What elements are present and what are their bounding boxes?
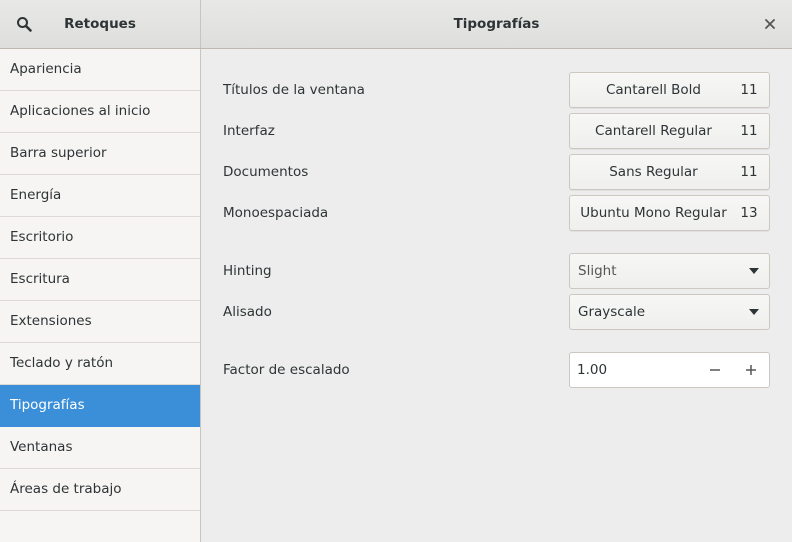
close-button[interactable]	[760, 14, 780, 34]
documents-font-button[interactable]: Sans Regular 11	[569, 154, 770, 190]
interface-font-size: 11	[740, 123, 758, 139]
documents-font-row: Documentos Sans Regular 11	[223, 154, 770, 190]
scaling-factor-input[interactable]	[570, 361, 697, 379]
sidebar-item-ventanas[interactable]: Ventanas	[0, 427, 200, 469]
monospace-font-label: Monoespaciada	[223, 205, 329, 221]
page-title: Tipografías	[453, 16, 540, 32]
monospace-font-button[interactable]: Ubuntu Mono Regular 13	[569, 195, 770, 231]
increase-button[interactable]	[733, 353, 769, 387]
fonts-panel: Títulos de la ventana Cantarell Bold 11 …	[201, 49, 792, 542]
window-titles-font-label: Títulos de la ventana	[223, 82, 365, 98]
interface-font-label: Interfaz	[223, 123, 275, 139]
hinting-label: Hinting	[223, 263, 272, 279]
sidebar-item-aplicaciones-al-inicio[interactable]: Aplicaciones al inicio	[0, 91, 200, 133]
documents-font-size: 11	[740, 164, 758, 180]
scaling-factor-spinbutton	[569, 352, 770, 388]
pan-down-icon	[739, 309, 769, 315]
window-titles-font-row: Títulos de la ventana Cantarell Bold 11	[223, 72, 770, 108]
window-titles-font-name: Cantarell Bold	[605, 82, 701, 98]
antialiasing-value: Grayscale	[578, 304, 646, 320]
antialiasing-row: Alisado Grayscale	[223, 294, 770, 330]
hinting-value: Slight	[578, 263, 617, 279]
sidebar-item-energia[interactable]: Energía	[0, 175, 200, 217]
documents-font-label: Documentos	[223, 164, 309, 180]
monospace-font-size: 13	[740, 205, 758, 221]
content-header: Tipografías	[201, 0, 792, 48]
sidebar: Apariencia Aplicaciones al inicio Barra …	[0, 49, 201, 542]
scaling-label: Factor de escalado	[223, 362, 350, 378]
documents-font-name: Sans Regular	[609, 164, 698, 180]
interface-font-row: Interfaz Cantarell Regular 11	[223, 113, 770, 149]
sidebar-item-teclado-y-raton[interactable]: Teclado y ratón	[0, 343, 200, 385]
header-bar: Retoques Tipografías	[0, 0, 792, 49]
decrease-button[interactable]	[697, 353, 733, 387]
sidebar-item-escritorio[interactable]: Escritorio	[0, 217, 200, 259]
scaling-row: Factor de escalado	[223, 352, 770, 388]
monospace-font-row: Monoespaciada Ubuntu Mono Regular 13	[223, 195, 770, 231]
antialiasing-label: Alisado	[223, 304, 272, 320]
hinting-row: Hinting Slight	[223, 253, 770, 289]
pan-down-icon	[739, 268, 769, 274]
hinting-dropdown[interactable]: Slight	[569, 253, 770, 289]
sidebar-header: Retoques	[0, 0, 201, 48]
monospace-font-name: Ubuntu Mono Regular	[580, 205, 727, 221]
close-icon	[765, 19, 775, 29]
app-title: Retoques	[64, 16, 136, 32]
interface-font-name: Cantarell Regular	[595, 123, 712, 139]
interface-font-button[interactable]: Cantarell Regular 11	[569, 113, 770, 149]
sidebar-item-apariencia[interactable]: Apariencia	[0, 49, 200, 91]
antialiasing-dropdown[interactable]: Grayscale	[569, 294, 770, 330]
minus-icon	[710, 369, 720, 371]
sidebar-item-areas-de-trabajo[interactable]: Áreas de trabajo	[0, 469, 200, 511]
sidebar-item-barra-superior[interactable]: Barra superior	[0, 133, 200, 175]
window-titles-font-button[interactable]: Cantarell Bold 11	[569, 72, 770, 108]
tweaks-window: Retoques Tipografías Apariencia Aplicaci…	[0, 0, 792, 542]
sidebar-item-extensiones[interactable]: Extensiones	[0, 301, 200, 343]
sidebar-item-escritura[interactable]: Escritura	[0, 259, 200, 301]
sidebar-item-tipografias[interactable]: Tipografías	[0, 385, 200, 427]
window-titles-font-size: 11	[740, 82, 758, 98]
plus-icon	[746, 365, 756, 375]
